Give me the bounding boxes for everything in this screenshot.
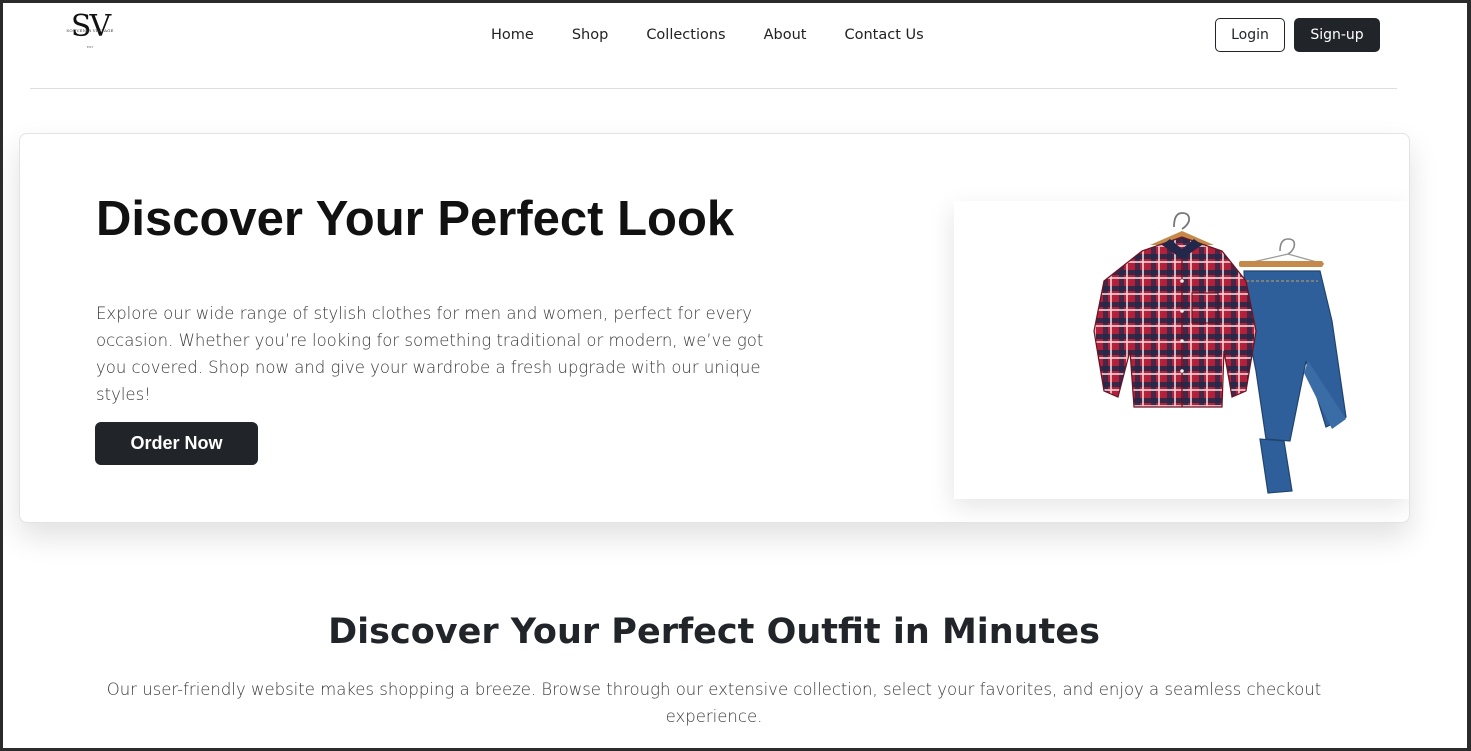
hero-card: Discover Your Perfect Look Explore our w… (19, 133, 1410, 523)
clothes-illustration (1093, 212, 1347, 494)
logo-tag: EST (86, 45, 94, 49)
main-nav: Home Shop Collections About Contact Us (491, 26, 962, 44)
brand-logo[interactable]: SV SOUVENIR VINTAGE EST (62, 12, 118, 56)
login-button[interactable]: Login (1215, 18, 1285, 52)
navbar: SV SOUVENIR VINTAGE EST Home Shop Collec… (0, 0, 1471, 90)
nav-link-home[interactable]: Home (491, 26, 534, 44)
logo-mark: SV (70, 9, 111, 44)
nav-divider (30, 88, 1397, 89)
signup-button[interactable]: Sign-up (1294, 18, 1380, 52)
section-description: Our user-friendly website makes shopping… (106, 680, 1322, 726)
hero-product-image (954, 201, 1409, 499)
order-now-button[interactable]: Order Now (95, 422, 258, 465)
nav-link-contact[interactable]: Contact Us (844, 26, 923, 44)
logo-subtitle: SOUVENIR VINTAGE (66, 28, 114, 33)
hero-title: Discover Your Perfect Look (96, 192, 735, 246)
nav-link-about[interactable]: About (764, 26, 807, 44)
hero-description: Explore our wide range of stylish clothe… (96, 304, 764, 404)
nav-link-collections[interactable]: Collections (646, 26, 725, 44)
section-title: Discover Your Perfect Outfit in Minutes (328, 612, 1100, 652)
nav-link-shop[interactable]: Shop (572, 26, 608, 44)
